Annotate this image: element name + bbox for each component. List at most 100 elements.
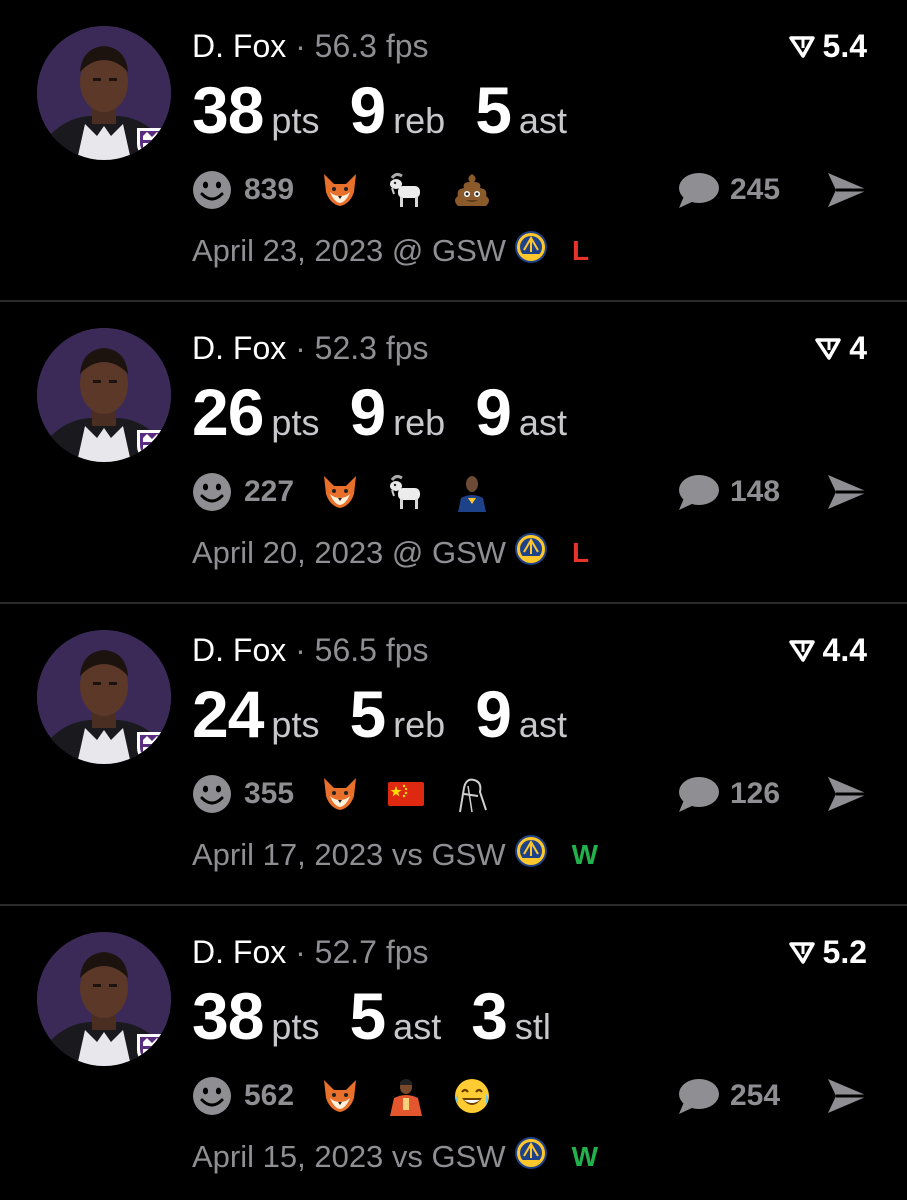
stat-reb-label: reb	[393, 100, 446, 141]
downvote-arrow-icon	[788, 940, 817, 966]
fps-value: 56.5 fps	[314, 632, 429, 668]
comment-count: 245	[730, 173, 781, 206]
stat-ast-label: ast	[518, 402, 567, 443]
game-date-opponent: April 15, 2023 vs GSW	[192, 1139, 506, 1174]
player-avatar[interactable]	[37, 932, 171, 1066]
stat-stl-label: stl	[514, 1006, 551, 1047]
comment-count: 148	[730, 475, 781, 508]
share-button[interactable]	[825, 774, 871, 814]
post-header: D. Fox · 56.5 fps	[192, 632, 429, 669]
game-result: L	[572, 235, 590, 266]
stat-reb-label: reb	[393, 704, 446, 745]
post-header: D. Fox · 56.3 fps	[192, 28, 429, 65]
comments-button[interactable]: 126	[676, 772, 780, 816]
comments-button[interactable]: 245	[676, 168, 780, 212]
game-info[interactable]: April 15, 2023 vs GSW W	[192, 1136, 598, 1178]
player-name[interactable]: D. Fox	[192, 632, 286, 668]
stat-line: 24 pts 5 reb 9 ast	[192, 676, 597, 752]
player-name[interactable]: D. Fox	[192, 934, 286, 970]
smiley-face-icon[interactable]	[192, 774, 232, 814]
fox-emoji-icon[interactable]	[320, 774, 386, 814]
comment-count: 254	[730, 1079, 781, 1112]
game-info[interactable]: April 20, 2023 @ GSW L	[192, 532, 589, 574]
player-name[interactable]: D. Fox	[192, 330, 286, 366]
laughing-emoji-icon[interactable]	[452, 1076, 518, 1116]
player-avatar[interactable]	[37, 630, 171, 764]
comments-button[interactable]: 254	[676, 1074, 780, 1118]
game-result: L	[572, 537, 590, 568]
reaction-emojis	[320, 774, 518, 814]
reaction-count: 227	[244, 475, 295, 508]
poop-emoji-icon[interactable]	[452, 170, 518, 210]
rating-value: 4.4	[822, 632, 867, 668]
fox-emoji-icon[interactable]	[320, 170, 386, 210]
rating-score[interactable]: 4	[815, 330, 867, 367]
send-arrow-icon	[825, 1076, 871, 1116]
stat-line: 38 pts 5 ast 3 stl	[192, 978, 581, 1054]
share-button[interactable]	[825, 1076, 871, 1116]
player-name[interactable]: D. Fox	[192, 28, 286, 64]
post-header: D. Fox · 52.7 fps	[192, 934, 429, 971]
fox-emoji-icon[interactable]	[320, 472, 386, 512]
game-date-opponent: April 20, 2023 @ GSW	[192, 535, 507, 570]
send-arrow-icon	[825, 170, 871, 210]
rating-score[interactable]: 4.4	[788, 632, 867, 669]
person-emoji-icon[interactable]	[386, 1076, 452, 1116]
player-avatar[interactable]	[37, 26, 171, 160]
stat-ast-label: ast	[518, 704, 567, 745]
goat-emoji-icon[interactable]	[386, 472, 452, 512]
smiley-face-icon[interactable]	[192, 1076, 232, 1116]
fox-emoji-icon[interactable]	[320, 1076, 386, 1116]
game-post-card[interactable]: D. Fox · 52.7 fps 5.2 38pts 5ast 3stl	[0, 906, 907, 1200]
gsw-logo-icon	[514, 532, 548, 574]
goat-emoji-icon[interactable]	[386, 170, 452, 210]
stat-pts-label: pts	[271, 704, 320, 745]
game-result: W	[571, 1141, 599, 1172]
stat-pts-label: pts	[271, 1006, 320, 1047]
reaction-emojis	[320, 472, 518, 512]
smiley-face-icon[interactable]	[192, 170, 232, 210]
game-result: W	[571, 839, 599, 870]
stat-pts-value: 38	[192, 979, 264, 1053]
game-post-card[interactable]: D. Fox · 52.3 fps 4 26 pts 9 reb 9 ast 2…	[0, 302, 907, 604]
rating-score[interactable]: 5.2	[788, 934, 867, 971]
header-separator: ·	[295, 330, 306, 366]
smiley-face-icon[interactable]	[192, 472, 232, 512]
rating-value: 5.2	[822, 934, 867, 970]
game-date-opponent: April 17, 2023 vs GSW	[192, 837, 506, 872]
fps-value: 52.3 fps	[314, 330, 429, 366]
game-post-card[interactable]: D. Fox · 56.5 fps 4.4 24pts 5reb 9ast	[0, 604, 907, 906]
stat-ast-value: 9	[475, 677, 512, 751]
header-separator: ·	[295, 934, 306, 970]
post-header: D. Fox · 52.3 fps	[192, 330, 429, 367]
player-emoji-icon[interactable]	[452, 472, 518, 512]
reaction-count: 839	[244, 173, 295, 206]
rating-score[interactable]: 5.4	[788, 28, 867, 65]
send-arrow-icon	[825, 774, 871, 814]
stat-ast-value: 5	[349, 979, 386, 1053]
header-separator: ·	[295, 28, 306, 64]
reaction-bar: 355	[192, 772, 518, 816]
game-info[interactable]: April 17, 2023 vs GSW W	[192, 834, 598, 876]
comments-button[interactable]: 148	[676, 470, 780, 514]
sketch-emoji-icon[interactable]	[452, 774, 518, 814]
downvote-arrow-icon	[815, 336, 843, 362]
player-avatar[interactable]	[37, 328, 171, 462]
downvote-arrow-icon	[788, 34, 817, 60]
reaction-bar: 562	[192, 1074, 518, 1118]
comment-count: 126	[730, 777, 781, 810]
share-button[interactable]	[825, 170, 871, 210]
downvote-arrow-icon	[788, 638, 817, 664]
reaction-count: 355	[244, 777, 295, 810]
share-button[interactable]	[825, 472, 871, 512]
stat-stl-value: 3	[471, 979, 508, 1053]
stat-reb-value: 9	[349, 73, 386, 147]
stat-ast-value: 5	[475, 73, 512, 147]
china-flag-emoji-icon[interactable]	[386, 774, 452, 814]
stat-reb-label: reb	[393, 402, 446, 443]
game-info[interactable]: April 23, 2023 @ GSW L	[192, 230, 589, 272]
reaction-bar: 227	[192, 470, 518, 514]
game-post-card[interactable]: D. Fox · 56.3 fps 5.4 38pts 9reb 5ast	[0, 0, 907, 302]
header-separator: ·	[295, 632, 306, 668]
stat-ast-label: ast	[518, 100, 567, 141]
